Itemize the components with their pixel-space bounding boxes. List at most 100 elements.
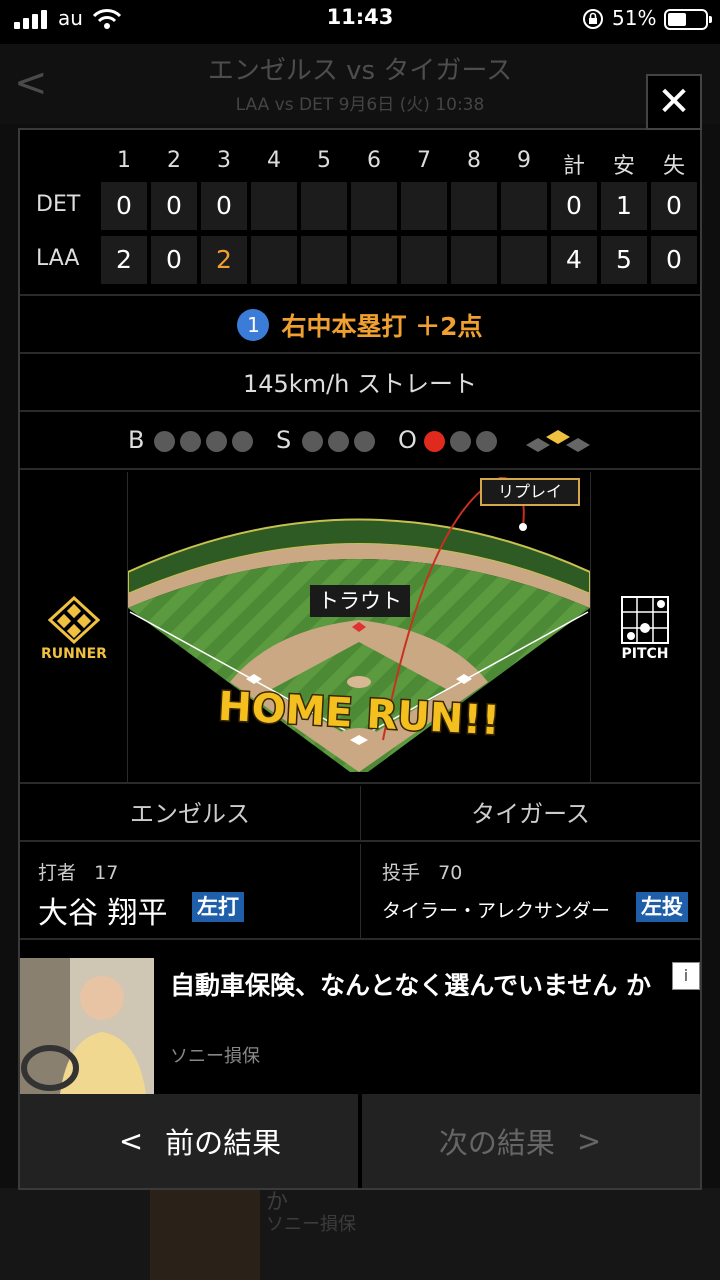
inning-score xyxy=(251,236,297,284)
background-title: エンゼルス vs タイガース xyxy=(207,56,513,86)
scoreboard-header: 安 xyxy=(612,154,635,179)
ad-title: 自動車保険、なんとなく選んでいません か xyxy=(170,971,651,1000)
scoreboard-header: 3 xyxy=(217,148,231,173)
inning-score xyxy=(401,182,447,230)
scoreboard-team: DET xyxy=(36,192,81,217)
inning-score: 0 xyxy=(151,236,197,284)
next-result-label: 次の結果 xyxy=(438,1126,555,1160)
runner-button[interactable]: RUNNER xyxy=(20,472,128,782)
runner-icon xyxy=(48,596,100,644)
inning-score xyxy=(301,182,347,230)
inning-score xyxy=(351,236,397,284)
scoreboard: 1 2 3 4 5 6 7 8 9 計安失 DET 0 0 0 0 1 0 LAA 2 0 2 4 5 0 xyxy=(20,130,700,296)
field-view: RUNNER HOME RUN!! トラウト リプレイ PITCH xyxy=(20,472,700,784)
ad-image xyxy=(20,958,154,1094)
replay-button[interactable]: リプレイ xyxy=(480,478,580,506)
out-dot xyxy=(424,431,445,452)
scoreboard-header: 4 xyxy=(267,148,281,173)
base-state-icon xyxy=(526,430,590,452)
previous-result-button[interactable]: < 前の結果 xyxy=(20,1094,358,1188)
scoreboard-header: 失 xyxy=(662,154,685,179)
inning-score xyxy=(451,182,497,230)
total-score: 1 xyxy=(601,182,647,230)
background-ad-thumbnail xyxy=(150,1188,260,1280)
inning-score xyxy=(401,236,447,284)
out-dot xyxy=(476,431,497,452)
pitcher-hand-badge: 左投 xyxy=(636,892,688,922)
inning-score xyxy=(501,182,547,230)
pitcher-number: 70 xyxy=(438,862,463,884)
divider xyxy=(360,844,361,940)
scoreboard-header: 計 xyxy=(562,154,585,179)
away-team-name: タイガース xyxy=(471,800,590,828)
scoreboard-header: 5 xyxy=(317,148,331,173)
scoreboard-header: 2 xyxy=(167,148,181,173)
close-button[interactable]: ✕ xyxy=(646,74,702,130)
inning-score: 0 xyxy=(201,182,247,230)
teams-header: エンゼルス タイガース xyxy=(20,786,700,842)
out-dot xyxy=(450,431,471,452)
inning-score: 2 xyxy=(101,236,147,284)
scoreboard-team: LAA xyxy=(36,246,80,271)
pitch-info: 145km/h ストレート xyxy=(20,356,700,412)
ball-dot xyxy=(232,431,253,452)
inning-score: 2 xyxy=(201,236,247,284)
play-detail-modal: 1 2 3 4 5 6 7 8 9 計安失 DET 0 0 0 0 1 0 LAA 2 0 2 4 5 0 1 右中本塁打 ＋… xyxy=(18,128,702,1190)
total-score: 0 xyxy=(651,236,697,284)
battery-fill xyxy=(668,13,687,26)
scoreboard-header: 6 xyxy=(367,148,381,173)
batter-name-tag: トラウト xyxy=(310,585,410,617)
play-number-badge: 1 xyxy=(237,309,270,341)
players-row: 打者 17 大谷 翔平 左打 投手 70 タイラー・アレクサンダー 左投 xyxy=(20,844,700,940)
rotation-lock-icon xyxy=(583,9,603,29)
scoreboard-header: 8 xyxy=(467,148,481,173)
next-result-button[interactable]: 次の結果 > xyxy=(362,1094,700,1188)
scoreboard-header: 7 xyxy=(417,148,431,173)
ball-dot xyxy=(154,431,175,452)
total-score: 0 xyxy=(651,182,697,230)
total-score: 0 xyxy=(551,182,597,230)
ballpark-diagram: HOME RUN!! xyxy=(128,476,590,772)
out-label: O xyxy=(398,426,417,454)
strike-dot xyxy=(302,431,323,452)
inning-score xyxy=(351,182,397,230)
strike-label: S xyxy=(276,426,292,454)
chevron-right-icon: > xyxy=(576,1124,602,1158)
inning-score xyxy=(251,182,297,230)
status-bar: au 11:43 51% xyxy=(0,0,720,44)
inning-score: 0 xyxy=(151,182,197,230)
strike-dot xyxy=(354,431,375,452)
pitcher-role: 投手 70 xyxy=(382,862,463,884)
ad-sponsor: ソニー損保 xyxy=(170,1046,260,1067)
inning-score xyxy=(301,236,347,284)
batter-number: 17 xyxy=(94,862,119,884)
ball-dot xyxy=(180,431,201,452)
runner-label: RUNNER xyxy=(41,646,107,662)
batter-name: 大谷 翔平 xyxy=(38,896,168,931)
batter-role: 打者 17 xyxy=(38,862,119,884)
ad-info-icon[interactable]: i xyxy=(672,962,700,990)
inning-score: 0 xyxy=(101,182,147,230)
result-navigation: < 前の結果 次の結果 > xyxy=(20,1094,700,1188)
background-subtitle: LAA vs DET 9月6日 (火) 10:38 xyxy=(235,95,485,115)
chevron-left-icon: < xyxy=(118,1124,144,1158)
inning-score xyxy=(451,236,497,284)
count-indicator: B S O xyxy=(20,414,700,470)
play-result-text: 右中本塁打 ＋2点 xyxy=(281,312,483,341)
ball-label: B xyxy=(128,426,145,454)
ball-dot xyxy=(206,431,227,452)
ad-banner[interactable]: 自動車保険、なんとなく選んでいません か ソニー損保 i xyxy=(20,958,700,1094)
pitch-button[interactable]: PITCH xyxy=(590,472,698,782)
scoreboard-header: 9 xyxy=(517,148,531,173)
strike-dot xyxy=(328,431,349,452)
pitch-label: PITCH xyxy=(621,646,669,662)
scoreboard-header: 1 xyxy=(117,148,131,173)
inning-score xyxy=(501,236,547,284)
background-ad-sponsor: ソニー損保 xyxy=(266,1214,356,1235)
previous-result-label: 前の結果 xyxy=(165,1126,282,1160)
background-bottom xyxy=(0,1188,720,1280)
pitcher-name: タイラー・アレクサンダー xyxy=(382,900,611,922)
total-score: 5 xyxy=(601,236,647,284)
total-score: 4 xyxy=(551,236,597,284)
battery-percent: 51% xyxy=(612,6,657,30)
